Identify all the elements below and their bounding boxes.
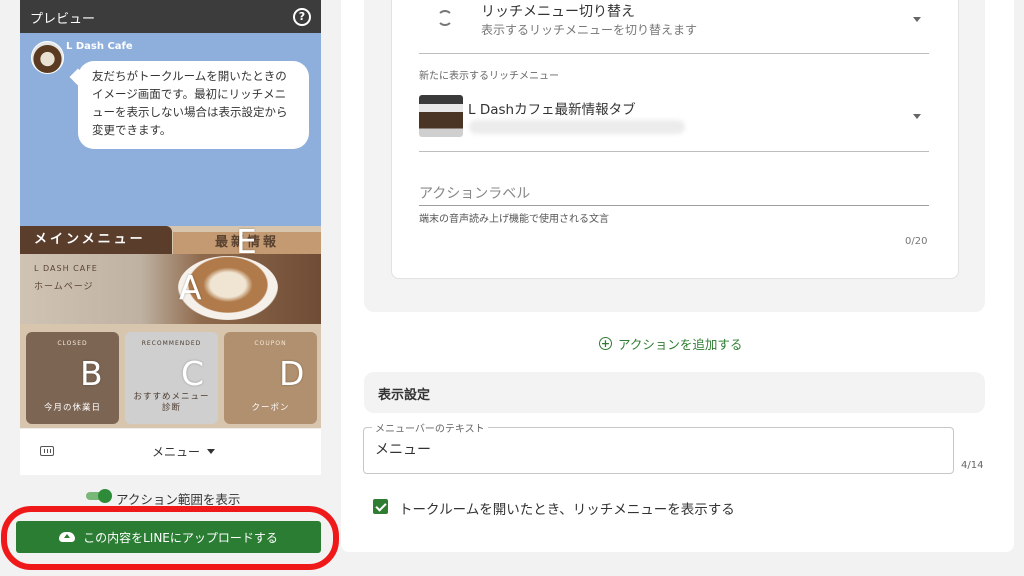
upload-button-label: この内容をLINEにアップロードする — [83, 530, 278, 545]
card-label: クーポン — [251, 403, 290, 413]
chat-area: L Dash Cafe 友だちがトークルームを開いたときのイメージ画面です。最初… — [20, 33, 321, 226]
menu-thumbnail — [419, 95, 463, 137]
area-label-e: E — [236, 226, 257, 261]
input-underline — [419, 205, 929, 206]
select-underline — [419, 151, 929, 152]
keyboard-icon[interactable] — [40, 446, 54, 456]
avatar — [31, 41, 64, 74]
card-tag: CLOSED — [57, 340, 88, 347]
display-settings-header — [364, 372, 985, 413]
preview-header: プレビュー ? — [20, 0, 321, 33]
action-label-input[interactable]: アクションラベル — [419, 183, 530, 203]
plus-circle-icon: + — [599, 337, 612, 350]
action-label-count: 0/20 — [905, 236, 928, 247]
toggle-knob — [98, 489, 112, 503]
chevron-down-icon[interactable] — [913, 114, 921, 119]
card-label: 今月の休業日 — [43, 403, 101, 413]
rich-tab-main[interactable]: メインメニュー — [20, 226, 172, 254]
menubar-text-legend: メニューバーのテキスト — [372, 420, 488, 435]
sync-icon — [437, 10, 453, 26]
rich-area-homepage[interactable]: L DASH CAFE ホームページ — [20, 254, 321, 324]
display-settings-title: 表示設定 — [378, 388, 431, 403]
upload-button[interactable]: この内容をLINEにアップロードする — [16, 521, 321, 553]
area-label-d: D — [279, 354, 305, 393]
menubar-text-input[interactable] — [375, 441, 935, 457]
action-label-help: 端末の音声読み上げ機能で使用される文言 — [419, 214, 609, 225]
blurred-text — [469, 120, 685, 134]
hero-brand: L DASH CAFE — [34, 264, 98, 273]
card-tag: COUPON — [254, 340, 287, 347]
area-label-c: C — [181, 354, 205, 393]
menubar-text: メニュー — [152, 445, 201, 459]
bot-name: L Dash Cafe — [66, 41, 133, 52]
preview-title: プレビュー — [30, 12, 96, 27]
add-action-button[interactable]: + アクションを追加する — [599, 334, 742, 353]
next-menu-select[interactable]: L Dashカフェ最新情報タブ — [468, 98, 636, 118]
action-type-select[interactable]: リッチメニュー切り替え — [481, 1, 635, 21]
help-icon[interactable]: ? — [293, 8, 311, 26]
caret-down-icon — [207, 449, 215, 454]
preview-menubar[interactable]: メニュー — [20, 428, 321, 475]
show-on-open-checkbox[interactable] — [373, 499, 388, 514]
card-label: おすすめメニュー 診断 — [133, 392, 210, 413]
area-label-a: A — [179, 268, 202, 307]
rich-area-closed-days[interactable]: CLOSED 今月の休業日 — [26, 332, 119, 424]
rich-area-recommend[interactable]: RECOMMENDED おすすめメニュー 診断 — [125, 332, 218, 424]
chevron-down-icon[interactable] — [913, 17, 921, 22]
show-on-open-label[interactable]: トークルームを開いたとき、リッチメニューを表示する — [399, 498, 735, 518]
rich-menu-preview: メインメニュー 最新情報 L DASH CAFE ホームページ CLOSED 今… — [20, 226, 321, 428]
page-root: プレビュー ? L Dash Cafe 友だちがトークルームを開いたときのイメー… — [0, 0, 1024, 576]
menubar-text-count: 4/14 — [961, 460, 984, 471]
cloud-upload-icon — [59, 532, 76, 542]
action-type-description: 表示するリッチメニューを切り替えます — [481, 23, 698, 37]
select-underline — [419, 53, 929, 54]
area-label-b: B — [80, 354, 103, 393]
action-card — [391, 0, 959, 279]
message-bubble: 友だちがトークルームを開いたときのイメージ画面です。最初にリッチメニューを表示し… — [78, 61, 309, 149]
hero-homepage: ホームページ — [34, 282, 94, 292]
preview-panel: プレビュー ? L Dash Cafe 友だちがトークルームを開いたときのイメー… — [20, 0, 321, 475]
card-tag: RECOMMENDED — [141, 340, 202, 347]
next-menu-label: 新たに表示するリッチメニュー — [419, 71, 559, 82]
action-area-toggle[interactable] — [86, 489, 112, 503]
add-action-label: アクションを追加する — [618, 337, 743, 352]
